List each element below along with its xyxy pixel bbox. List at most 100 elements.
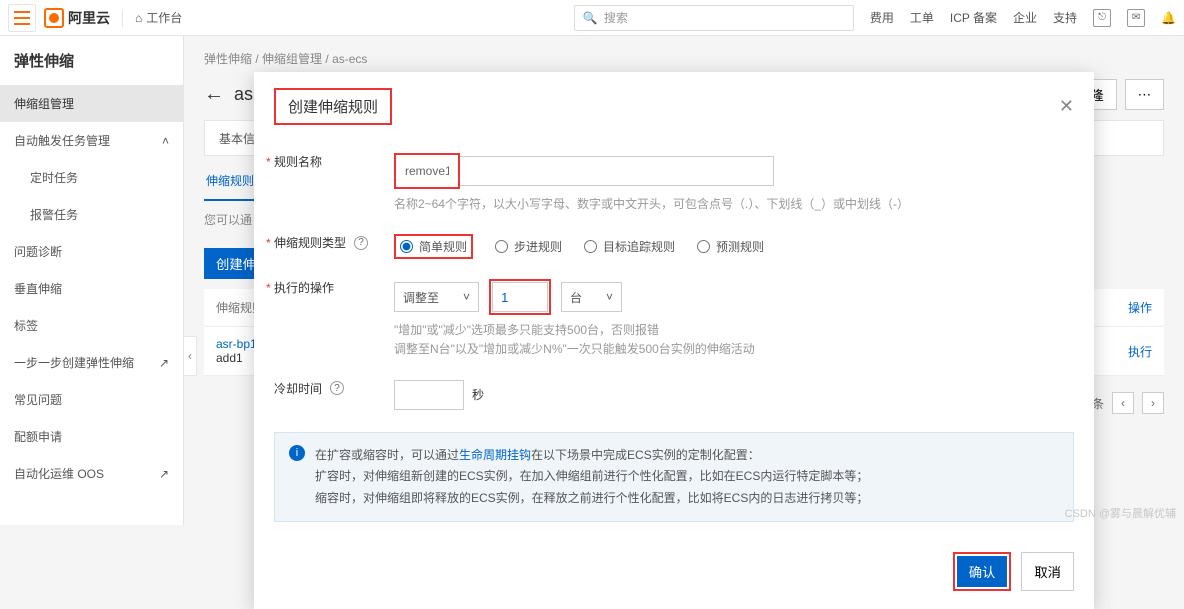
sidebar-item-vertical[interactable]: 垂直伸缩 — [0, 270, 183, 307]
select-value: 台 — [570, 289, 582, 306]
sidebar-item-scalinggroup[interactable]: 伸缩组管理 — [0, 85, 183, 122]
rule-name-input[interactable] — [397, 156, 457, 186]
back-arrow-icon[interactable]: ← — [204, 83, 224, 106]
sidebar-item-stepbystep[interactable]: 一步一步创建弹性伸缩 ↗ — [0, 344, 183, 381]
radio-simple[interactable]: 简单规则 — [394, 234, 473, 259]
crumb-root[interactable]: 弹性伸缩 — [204, 52, 252, 66]
nav-ticket[interactable]: 工单 — [910, 9, 934, 26]
radio-step[interactable]: 步进规则 — [495, 238, 562, 255]
nav-support[interactable]: 支持 — [1053, 9, 1077, 26]
radio-predict[interactable]: 预测规则 — [697, 238, 764, 255]
create-rule-modal: 创建伸缩规则 ✕ *规则名称 名称2~64个字符，以大小写字母、数字或中文开头，… — [254, 72, 1094, 609]
sidebar-item-tasks[interactable]: 自动触发任务管理 ˄ — [0, 122, 183, 159]
lifecycle-hook-link[interactable]: 生命周期挂钩 — [459, 448, 531, 462]
cancel-button[interactable]: 取消 — [1021, 552, 1074, 591]
page-prev[interactable]: ‹ — [1112, 392, 1134, 414]
external-link-icon: ↗ — [159, 356, 169, 370]
info-box: i 在扩容或缩容时，可以通过生命周期挂钩在以下场景中完成ECS实例的定制化配置：… — [274, 432, 1074, 523]
sidebar-item-label: 一步一步创建弹性伸缩 — [14, 354, 134, 371]
radio-label: 步进规则 — [514, 238, 562, 255]
top-nav: 费用 工单 ICP 备案 企业 支持 ⎋ ✉ 🔔 — [870, 9, 1176, 27]
nav-fee[interactable]: 费用 — [870, 9, 894, 26]
sidebar-item-label: 标签 — [14, 317, 38, 334]
tab-scaling-rule[interactable]: 伸缩规则 — [204, 162, 256, 201]
top-bar: 阿里云 ⌂ 工作台 🔍 搜索 费用 工单 ICP 备案 企业 支持 ⎋ ✉ 🔔 — [0, 0, 1184, 36]
cooldown-unit: 秒 — [472, 386, 484, 403]
workbench-link[interactable]: ⌂ 工作台 — [135, 9, 182, 26]
watermark: CSDN @雾与晨解优辅 — [1065, 505, 1176, 521]
sidebar-item-scheduled[interactable]: 定时任务 — [0, 159, 183, 196]
label-action: 执行的操作 — [274, 279, 334, 296]
sidebar-item-diag[interactable]: 问题诊断 — [0, 233, 183, 270]
sidebar-item-label: 定时任务 — [30, 171, 78, 185]
th-action: 操作 — [1128, 299, 1152, 316]
nav-icp[interactable]: ICP 备案 — [950, 9, 997, 26]
radio-label: 预测规则 — [716, 238, 764, 255]
sidebar-item-tags[interactable]: 标签 — [0, 307, 183, 344]
sidebar-item-label: 常见问题 — [14, 391, 62, 408]
logo-text: 阿里云 — [68, 8, 110, 28]
sidebar-title: 弹性伸缩 — [0, 50, 183, 85]
close-icon[interactable]: ✕ — [1059, 96, 1074, 117]
chevron-down-icon: ˅ — [606, 290, 613, 304]
search-placeholder: 搜索 — [604, 9, 628, 26]
message-icon[interactable]: ✉ — [1127, 9, 1145, 27]
search-input[interactable]: 🔍 搜索 — [574, 5, 854, 31]
help-icon[interactable]: ? — [330, 381, 344, 395]
nav-enterprise[interactable]: 企业 — [1013, 9, 1037, 26]
name-hint: 名称2~64个字符，以大小写字母、数字或中文开头，可包含点号（.）、下划线（_）… — [394, 195, 1074, 214]
sidebar-item-alarm[interactable]: 报警任务 — [0, 196, 183, 233]
row-action-exec[interactable]: 执行 — [1128, 343, 1152, 360]
modal-title: 创建伸缩规则 — [274, 88, 392, 125]
sidebar-collapse[interactable]: ‹ — [183, 336, 197, 376]
cloudshell-icon[interactable]: ⎋ — [1093, 9, 1111, 27]
chevron-up-icon: ˄ — [162, 134, 169, 148]
radio-label: 简单规则 — [419, 238, 467, 255]
divider — [122, 9, 123, 27]
page-next[interactable]: › — [1142, 392, 1164, 414]
more-button[interactable]: ⋯ — [1125, 79, 1164, 110]
action-hint2: 调整至N台"以及"增加或减少N%"一次只能触发500台实例的伸缩活动 — [394, 340, 1074, 359]
sidebar-item-label: 伸缩组管理 — [14, 95, 74, 112]
menu-toggle[interactable] — [8, 4, 36, 32]
sidebar-item-label: 自动触发任务管理 — [14, 132, 110, 149]
radio-target[interactable]: 目标追踪规则 — [584, 238, 675, 255]
search-icon: 🔍 — [583, 11, 598, 25]
label-rule-name: 规则名称 — [274, 153, 322, 170]
bell-icon[interactable]: 🔔 — [1161, 11, 1176, 25]
breadcrumb: 弹性伸缩 / 伸缩组管理 / as-ecs — [184, 36, 1184, 75]
info-line2: 缩容时，对伸缩组即将释放的ECS实例，在释放之前进行个性化配置，比如将ECS内的… — [315, 488, 868, 510]
confirm-button[interactable]: 确认 — [957, 556, 1008, 587]
action-count-input[interactable] — [492, 282, 548, 312]
sidebar-item-oos[interactable]: 自动化运维 OOS ↗ — [0, 455, 183, 492]
info-icon: i — [289, 445, 305, 461]
select-value: 调整至 — [403, 289, 439, 306]
info-line1: 扩容时，对伸缩组新创建的ECS实例，在加入伸缩组前进行个性化配置，比如在ECS内… — [315, 466, 868, 488]
workbench-label: 工作台 — [146, 9, 182, 26]
sidebar-item-label: 报警任务 — [30, 208, 78, 222]
sidebar-item-faq[interactable]: 常见问题 — [0, 381, 183, 418]
label-cooldown: 冷却时间 — [274, 380, 322, 397]
sidebar-item-label: 配额申请 — [14, 428, 62, 445]
logo-icon — [44, 8, 64, 28]
help-icon[interactable]: ? — [354, 236, 368, 250]
external-link-icon: ↗ — [159, 467, 169, 481]
tab-label: 伸缩规则 — [206, 174, 254, 188]
logo[interactable]: 阿里云 — [44, 8, 110, 28]
action-unit-select[interactable]: 台˅ — [561, 282, 622, 312]
sidebar-item-label: 垂直伸缩 — [14, 280, 62, 297]
sidebar-item-quota[interactable]: 配额申请 — [0, 418, 183, 455]
crumb-current: as-ecs — [332, 52, 367, 66]
label-rule-type: 伸缩规则类型 — [274, 234, 346, 251]
cooldown-input[interactable] — [394, 380, 464, 410]
sidebar-item-label: 问题诊断 — [14, 243, 62, 260]
rule-type-radios: 简单规则 步进规则 目标追踪规则 预测规则 — [394, 234, 1074, 259]
home-icon: ⌂ — [135, 11, 142, 25]
info-prefix: 在扩容或缩容时，可以通过 — [315, 448, 459, 462]
rule-name-input-rest[interactable] — [460, 156, 774, 186]
crumb-mgmt[interactable]: 伸缩组管理 — [262, 52, 322, 66]
action-select[interactable]: 调整至˅ — [394, 282, 479, 312]
action-hint1: "增加"或"减少"选项最多只能支持500台，否则报错 — [394, 321, 1074, 340]
page-title: as — [234, 84, 253, 105]
sidebar-item-label: 自动化运维 OOS — [14, 465, 104, 482]
